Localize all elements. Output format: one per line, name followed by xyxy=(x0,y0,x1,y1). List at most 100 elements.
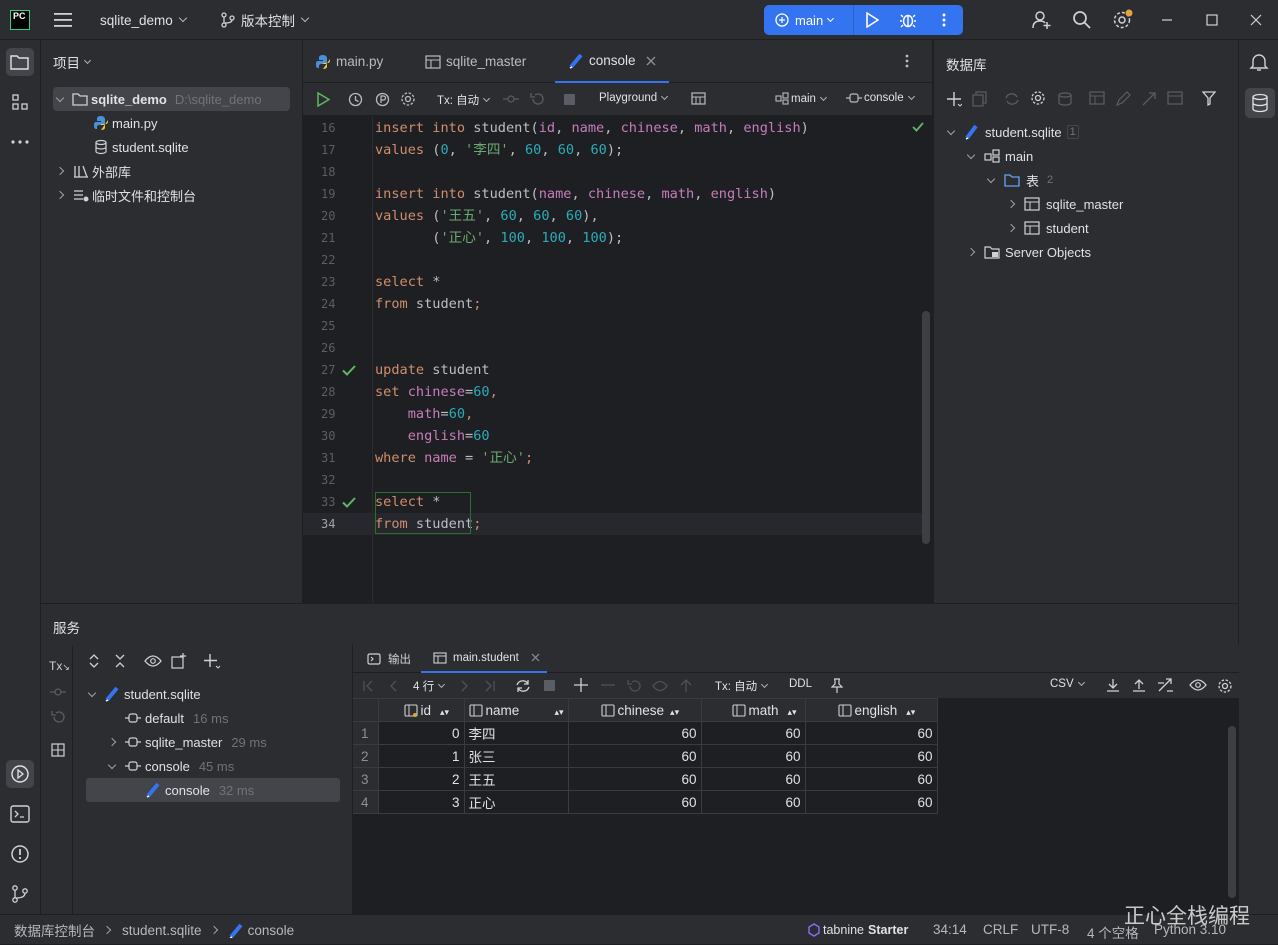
ddl-button[interactable]: DDL xyxy=(789,678,812,690)
more-tools-button[interactable] xyxy=(6,128,34,156)
pycharm-logo[interactable]: PC xyxy=(10,10,30,30)
disconnect-icon[interactable] xyxy=(1057,91,1073,107)
search-everywhere-button[interactable] xyxy=(1072,0,1092,40)
schema-main[interactable]: main xyxy=(966,144,1033,168)
table-row[interactable]: 2 1 张三 60 60 60 xyxy=(353,744,938,768)
eye-icon[interactable] xyxy=(1189,679,1207,691)
notifications-tool-button[interactable] xyxy=(1245,48,1273,76)
tab-output[interactable]: 输出 xyxy=(367,644,411,673)
editor-scrollbar[interactable] xyxy=(922,311,930,544)
last-page-icon[interactable] xyxy=(484,680,496,692)
delete-row-icon[interactable] xyxy=(601,684,615,686)
file-encoding[interactable]: UTF-8 xyxy=(1031,922,1069,937)
tx-mode-selector[interactable]: Tx: 自动 xyxy=(715,678,769,694)
close-icon[interactable] xyxy=(531,653,540,662)
history-icon[interactable] xyxy=(348,92,363,107)
column-header-name[interactable]: name ▴▾ xyxy=(463,698,569,722)
add-row-icon[interactable] xyxy=(574,678,588,692)
column-header-english[interactable]: english ▴▾ xyxy=(804,698,938,722)
maximize-button[interactable] xyxy=(1205,0,1219,40)
math-cell[interactable]: 60 xyxy=(700,767,806,791)
services-tool-button[interactable] xyxy=(6,760,34,788)
console-icon[interactable] xyxy=(1167,91,1183,106)
terminal-tool-button[interactable] xyxy=(6,800,34,828)
datasource-student-sqlite[interactable]: student.sqlite 1 xyxy=(946,120,1079,144)
vcs-selector[interactable]: 版本控制 xyxy=(220,0,310,40)
layout-icon[interactable] xyxy=(51,743,65,757)
math-cell[interactable]: 60 xyxy=(700,744,806,768)
file-item-student-sqlite[interactable]: student.sqlite xyxy=(93,135,189,159)
settings-button[interactable] xyxy=(1112,0,1134,40)
result-grid[interactable]: id ▴▾ name ▴▾ chinese ▴▾ math ▴▾ english ▴▾ 1… xyxy=(352,698,1236,914)
add-service-icon[interactable] xyxy=(203,653,221,669)
explain-plan-icon[interactable] xyxy=(375,92,390,107)
service-node-default[interactable]: default 16 ms xyxy=(125,706,228,730)
close-window-button[interactable] xyxy=(1249,0,1263,40)
session-selector[interactable]: console xyxy=(846,92,915,104)
column-header-math[interactable]: math ▴▾ xyxy=(700,698,806,722)
first-page-icon[interactable] xyxy=(362,680,374,692)
git-tool-button[interactable] xyxy=(6,880,34,908)
table-row[interactable]: 1 0 李四 60 60 60 xyxy=(353,721,938,745)
revert-icon[interactable] xyxy=(627,679,641,693)
project-panel-header[interactable]: 项目 xyxy=(53,52,92,72)
breadcrumb-item[interactable]: student.sqlite xyxy=(122,923,202,938)
table-row[interactable]: 4 3 正心 60 60 60 xyxy=(353,790,938,814)
row-number-cell[interactable]: 1 xyxy=(353,721,379,745)
code-editor[interactable]: 16 17 18 19 20 21 22 23 24 25 26 27 28 29 30 31 32 33 34 i… xyxy=(303,116,932,603)
compare-icon[interactable] xyxy=(1157,678,1175,693)
server-objects-item[interactable]: Server Objects xyxy=(966,240,1091,264)
filter-icon[interactable] xyxy=(1202,91,1216,106)
table-item-sqlite-master[interactable]: sqlite_master xyxy=(1006,192,1123,216)
gear-icon[interactable] xyxy=(400,91,416,107)
structure-tool-button[interactable] xyxy=(6,88,34,116)
rollback-icon[interactable] xyxy=(530,92,544,106)
close-icon[interactable] xyxy=(646,56,656,66)
english-cell[interactable]: 60 xyxy=(804,721,938,745)
main-menu-button[interactable] xyxy=(54,0,74,40)
column-header-id[interactable]: id ▴▾ xyxy=(377,698,465,722)
rollback-icon[interactable] xyxy=(51,710,65,724)
service-node-student-sqlite[interactable]: student.sqlite xyxy=(87,682,201,706)
id-cell[interactable]: 0 xyxy=(377,721,465,745)
preview-icon[interactable] xyxy=(652,679,668,693)
download-icon[interactable] xyxy=(1106,678,1120,693)
pin-icon[interactable] xyxy=(831,678,843,693)
schema-selector[interactable]: main xyxy=(775,92,827,105)
add-icon[interactable] xyxy=(946,91,962,107)
breadcrumb-item[interactable]: console xyxy=(248,923,295,938)
submit-icon[interactable] xyxy=(680,679,692,693)
name-cell[interactable]: 正心 xyxy=(463,790,569,814)
project-selector[interactable]: sqlite_demo xyxy=(100,0,188,40)
prev-page-icon[interactable] xyxy=(388,680,398,692)
run-config-selector[interactable]: main xyxy=(764,5,854,35)
tab-main-student[interactable]: main.student xyxy=(421,644,547,673)
edit-icon[interactable] xyxy=(1115,91,1131,107)
service-node-console[interactable]: console 32 ms xyxy=(86,778,340,802)
tabnine-widget[interactable]: tabnine Starter xyxy=(808,915,908,945)
eye-icon[interactable] xyxy=(144,655,162,667)
table-item-student[interactable]: student xyxy=(1006,216,1089,240)
refresh-icon[interactable] xyxy=(1004,91,1020,107)
expand-all-icon[interactable] xyxy=(88,654,100,668)
service-node-console-session[interactable]: console 45 ms xyxy=(107,754,234,778)
english-cell[interactable]: 60 xyxy=(804,767,938,791)
breadcrumb-item[interactable]: 数据库控制台 xyxy=(14,920,95,940)
copy-icon[interactable] xyxy=(972,91,988,107)
file-item-main-py[interactable]: main.py xyxy=(93,111,158,135)
id-cell[interactable]: 2 xyxy=(377,767,465,791)
name-cell[interactable]: 李四 xyxy=(463,721,569,745)
debug-button[interactable] xyxy=(890,5,926,35)
upload-icon[interactable] xyxy=(1132,678,1146,693)
row-number-cell[interactable]: 3 xyxy=(353,767,379,791)
tab-sqlite-master[interactable]: sqlite_master xyxy=(425,40,526,83)
gear-icon[interactable] xyxy=(1217,678,1233,694)
external-libraries-item[interactable]: 外部库 xyxy=(55,159,131,183)
execute-icon[interactable] xyxy=(316,92,330,107)
scratches-item[interactable]: 临时文件和控制台 xyxy=(55,183,196,207)
table-view-icon[interactable] xyxy=(691,92,706,105)
collapse-all-icon[interactable] xyxy=(114,654,126,668)
project-root-row[interactable]: sqlite_demo D:\sqlite_demo xyxy=(53,87,290,111)
line-separator[interactable]: CRLF xyxy=(983,922,1018,937)
math-cell[interactable]: 60 xyxy=(700,721,806,745)
